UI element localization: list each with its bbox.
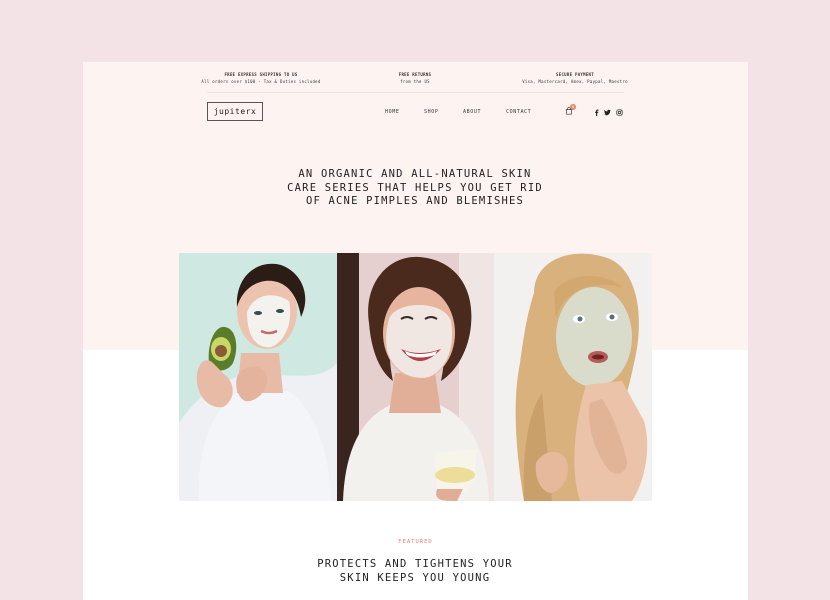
nav-about[interactable]: ABOUT (463, 109, 481, 115)
returns-subtitle: from the US (400, 79, 430, 84)
shipping-info: FREE EXPRESS SHIPPING TO US All orders o… (201, 71, 321, 85)
photo-laughing-mask (337, 253, 494, 501)
hero-photo-strip (179, 253, 652, 501)
instagram-icon[interactable] (616, 109, 623, 116)
topbar-divider (207, 92, 624, 93)
photo-green-mask (494, 253, 652, 501)
hero-title: AN ORGANIC AND ALL-NATURAL SKIN CARE SER… (265, 168, 565, 209)
hero-title-line: OF ACNE PIMPLES AND BLEMISHES (305, 195, 525, 207)
shipping-subtitle: All orders over $100 - Tax & Duties incl… (201, 79, 321, 84)
page: FREE EXPRESS SHIPPING TO US All orders o… (83, 62, 748, 600)
facebook-icon[interactable] (593, 109, 600, 116)
section-title: PROTECTS AND TIGHTENS YOUR SKIN KEEPS YO… (265, 558, 565, 585)
hero-title-line: CARE SERIES THAT HELPS YOU GET RID (287, 181, 543, 194)
nav-contact[interactable]: CONTACT (506, 109, 531, 115)
topbar: FREE EXPRESS SHIPPING TO US All orders o… (83, 62, 748, 94)
photo-avocado-mask (179, 253, 337, 501)
nav-home[interactable]: HOME (385, 109, 399, 115)
shipping-title: FREE EXPRESS SHIPPING TO US (224, 72, 298, 77)
section-title-line: SKIN KEEPS YOU YOUNG (339, 571, 491, 584)
cart-count-badge: 0 (570, 104, 576, 110)
nav-shop[interactable]: SHOP (424, 109, 438, 115)
logo[interactable]: jupiterx (207, 102, 263, 121)
featured-label: FEATURED (398, 539, 433, 545)
section-title-line: PROTECTS AND TIGHTENS YOUR (317, 558, 513, 570)
payment-info: SECURE PAYMENT Visa, Mastercard, Amex, P… (517, 71, 633, 85)
hero-title-line: AN ORGANIC AND ALL-NATURAL SKIN (298, 168, 532, 180)
returns-info: FREE RETURNS from the US (375, 71, 455, 85)
returns-title: FREE RETURNS (398, 72, 432, 77)
twitter-icon[interactable] (604, 109, 611, 116)
payment-subtitle: Visa, Mastercard, Amex, Paypal, Maestro (522, 79, 628, 84)
payment-title: SECURE PAYMENT (556, 72, 594, 77)
